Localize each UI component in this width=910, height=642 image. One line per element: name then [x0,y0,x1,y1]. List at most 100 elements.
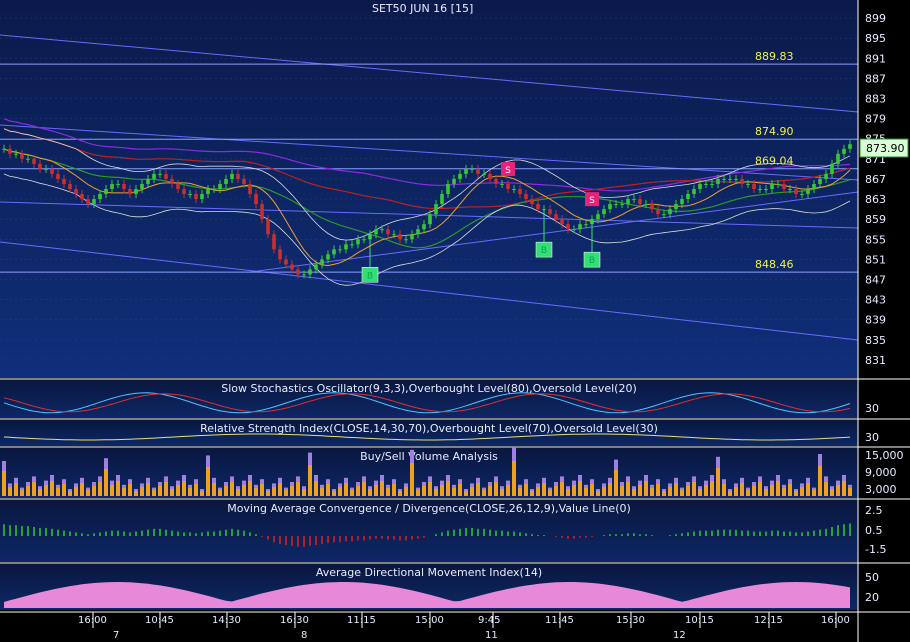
candle-body [770,183,774,189]
price-tick-label: 831 [865,354,886,367]
volume-bar [212,483,216,496]
volume-bar-top [548,487,552,490]
volume-bar-top [326,479,330,484]
candle-body [278,249,282,260]
volume-bar [398,491,402,496]
candle-body [842,148,846,154]
volume-bar [428,482,432,496]
volume-bar [200,491,204,496]
candle-body [476,168,480,174]
volume-bar-top [92,482,96,486]
candle-body [494,178,498,184]
volume-bar [482,490,486,496]
price-tick-label: 839 [865,314,886,327]
volume-bar [722,484,726,496]
candle-body [236,173,240,179]
volume-bar [326,484,330,496]
volume-bar-top [362,476,366,482]
volume-bar [410,463,414,496]
volume-bar [506,485,510,496]
volume-bar-top [116,475,120,481]
volume-bar-top [590,479,594,484]
volume-bar [38,489,42,496]
volume-bar [86,490,90,496]
candle-body [392,234,396,236]
candle-body [74,189,78,195]
candle-body [98,194,102,200]
candle-body [338,249,342,251]
candle-body [212,189,216,190]
volume-bar [800,487,804,496]
panel-title: Average Directional Movement Index(14) [316,566,542,579]
candle-body [578,224,582,230]
volume-bar-top [344,477,348,483]
volume-bar-top [554,482,558,486]
candle-body [740,178,744,184]
volume-bar [380,481,384,496]
volume-bar [332,491,336,496]
price-tick-label: 855 [865,233,886,246]
candle-body [488,173,492,179]
volume-bar [806,483,810,496]
candle-body [836,153,840,164]
volume-bar-top [524,479,528,484]
volume-bar-top [104,458,108,469]
candle-body [86,199,90,205]
volume-bar [728,491,732,496]
volume-bar [20,490,24,496]
volume-bar [644,481,648,496]
candle-body [356,239,360,245]
candle-body [452,178,456,184]
candle-body [374,229,378,235]
volume-bar-top [212,477,216,483]
volume-bar [686,486,690,496]
volume-bar [698,489,702,496]
candle-body [422,224,426,230]
volume-bar [392,484,396,496]
volume-bar-top [122,484,126,488]
candle-body [446,183,450,195]
candle-body [716,178,720,184]
volume-bar [530,491,534,496]
volume-bar-top [44,480,48,485]
volume-bar [236,489,240,496]
volume-bar-top [194,479,198,484]
panel-tick-label: -1.5 [865,543,886,556]
candle-body [332,249,336,255]
volume-bar [578,481,582,496]
volume-bar-top [572,480,576,485]
candle-body [182,189,186,195]
volume-bar [554,486,558,496]
candle-body [272,234,276,250]
volume-bar-top [614,459,618,470]
volume-bar-top [350,487,354,490]
volume-bar [500,489,504,496]
volume-bar [494,482,498,496]
volume-bar-top [218,487,222,490]
volume-bar-top [650,484,654,488]
volume-bar [452,488,456,496]
panel-tick-label: 9,000 [865,466,897,479]
buy-marker-label: B [541,246,547,256]
candle-body [572,229,576,231]
volume-bar-top [38,486,42,489]
volume-bar-top [680,487,684,490]
volume-bar [104,469,108,496]
volume-bar-top [620,482,624,486]
candle-body [152,173,156,179]
panel-title: Relative Strength Index(CLOSE,14,30,70),… [200,422,658,435]
candle-body [302,274,306,276]
price-tick-label: 899 [865,12,886,25]
volume-bar-top [494,476,498,482]
candle-body [704,183,708,185]
candle-body [404,239,408,241]
candle-body [800,194,804,196]
volume-bar-top [386,484,390,488]
volume-bar [770,485,774,496]
candle-body [710,183,714,185]
buy-marker-label: B [589,256,595,266]
volume-bar-top [842,475,846,481]
volume-bar-top [752,482,756,486]
volume-bar [176,485,180,496]
volume-bar-top [158,482,162,486]
